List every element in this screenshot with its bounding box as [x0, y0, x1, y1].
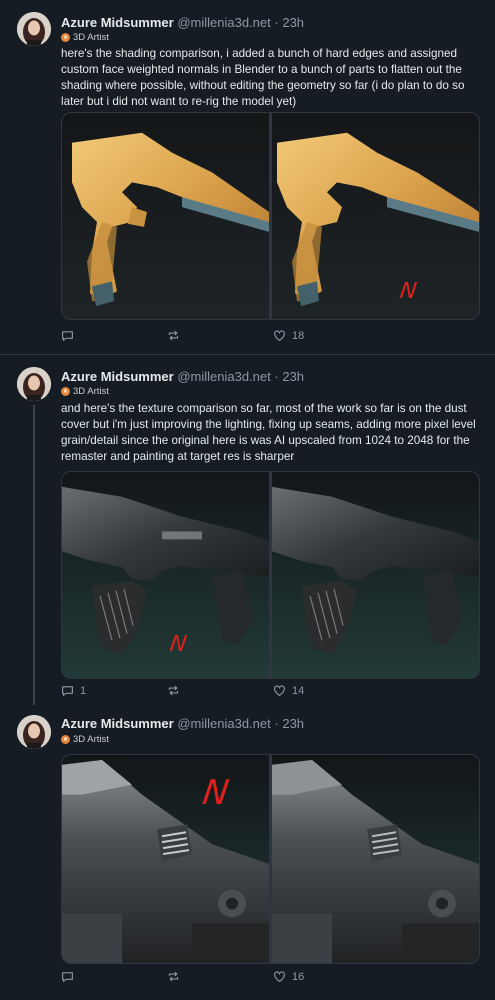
reply-icon: [62, 331, 73, 341]
post-3[interactable]: Azure Midsummer @millenia3d.net · 23h 3D…: [0, 705, 495, 1000]
post-media[interactable]: N: [61, 112, 480, 320]
post-1[interactable]: Azure Midsummer @millenia3d.net · 23h 3D…: [0, 0, 495, 354]
artist-badge-icon: [61, 33, 70, 42]
author-name[interactable]: Azure Midsummer: [61, 716, 174, 731]
author-handle[interactable]: @millenia3d.net: [177, 15, 270, 30]
like-count: 14: [292, 684, 305, 697]
separator-dot: ·: [274, 369, 279, 384]
artist-badge-icon: [61, 735, 70, 744]
like-count: 16: [292, 970, 305, 983]
artist-badge-icon: [61, 387, 70, 396]
media-image-before[interactable]: [272, 472, 479, 678]
badge-label: 3D Artist: [73, 32, 109, 43]
avatar[interactable]: [17, 715, 51, 749]
avatar[interactable]: [17, 12, 51, 46]
reply-count: 1: [80, 684, 87, 697]
repost-button[interactable]: [167, 684, 186, 697]
like-button[interactable]: 16: [273, 970, 304, 983]
author-handle[interactable]: @millenia3d.net: [177, 369, 270, 384]
post-text: here's the shading comparison, i added a…: [61, 47, 465, 108]
role-badge: 3D Artist: [61, 386, 109, 397]
like-button[interactable]: 18: [273, 329, 304, 342]
author-name[interactable]: Azure Midsummer: [61, 369, 174, 384]
like-count: 18: [292, 329, 305, 342]
role-badge: 3D Artist: [61, 734, 109, 745]
annotation-mark: N: [168, 632, 189, 657]
media-image-after[interactable]: N: [62, 472, 269, 678]
post-text: and here's the texture comparison so far…: [61, 402, 476, 463]
thread-line: [33, 405, 35, 705]
post-media[interactable]: N: [61, 754, 480, 964]
reply-button[interactable]: [61, 970, 80, 983]
repost-icon: [168, 330, 179, 341]
avatar[interactable]: [17, 367, 51, 401]
repost-button[interactable]: [167, 970, 186, 983]
author-name[interactable]: Azure Midsummer: [61, 15, 174, 30]
post-media[interactable]: N: [61, 471, 480, 679]
repost-icon: [168, 971, 179, 982]
post-time[interactable]: 23h: [282, 15, 304, 30]
author-handle[interactable]: @millenia3d.net: [177, 716, 270, 731]
media-image-after[interactable]: N: [62, 755, 269, 963]
reply-icon: [62, 686, 73, 696]
badge-label: 3D Artist: [73, 734, 109, 745]
post-time[interactable]: 23h: [282, 369, 304, 384]
media-image-before[interactable]: [62, 113, 269, 319]
reply-icon: [62, 972, 73, 982]
reply-button[interactable]: 1: [61, 684, 86, 697]
separator-dot: ·: [274, 15, 279, 30]
like-icon: [274, 971, 285, 982]
like-icon: [274, 685, 285, 696]
post-time[interactable]: 23h: [282, 716, 304, 731]
post-2[interactable]: Azure Midsummer @millenia3d.net · 23h 3D…: [0, 355, 495, 705]
annotation-mark: N: [398, 279, 419, 304]
repost-icon: [168, 685, 179, 696]
separator-dot: ·: [274, 716, 279, 731]
reply-button[interactable]: [61, 329, 80, 342]
media-image-after[interactable]: N: [272, 113, 479, 319]
like-icon: [274, 330, 285, 341]
repost-button[interactable]: [167, 329, 186, 342]
media-image-before[interactable]: [272, 755, 479, 963]
badge-label: 3D Artist: [73, 386, 109, 397]
like-button[interactable]: 14: [273, 684, 304, 697]
role-badge: 3D Artist: [61, 32, 109, 43]
